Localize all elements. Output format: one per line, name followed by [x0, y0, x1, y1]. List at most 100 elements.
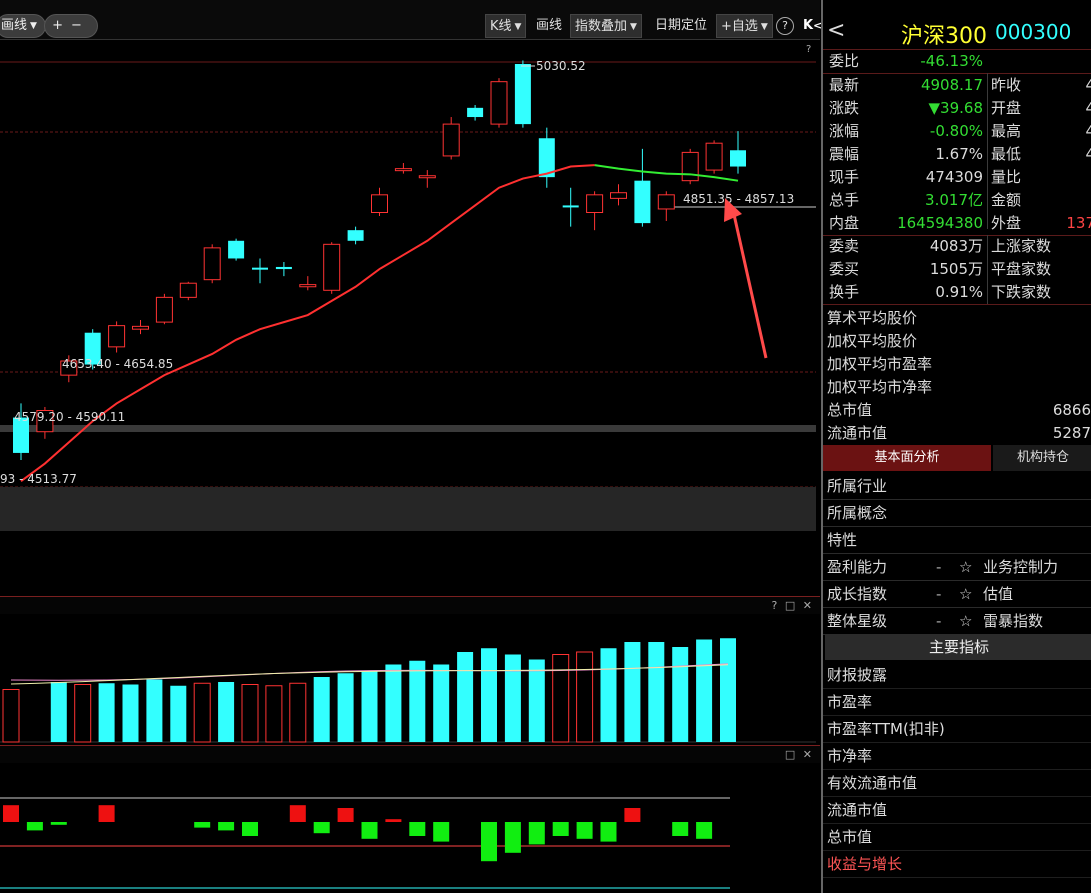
key-label: 市盈率TTM(扣非): [827, 720, 945, 738]
volume-bar: [289, 682, 307, 743]
star-icon: ☆: [959, 612, 973, 630]
candle-body: [730, 150, 746, 167]
industry-label: 所属行业: [827, 477, 888, 495]
volume-bar: [361, 670, 378, 742]
amp-label: 震幅: [829, 145, 860, 163]
key-label: 财报披露: [827, 666, 888, 684]
stat-weighted-pb: 加权平均市净率: [823, 376, 1091, 399]
key-label: 市盈率: [827, 693, 873, 711]
macd-bar: [672, 822, 689, 836]
volume-bar: [385, 664, 402, 742]
volume-bars: [0, 638, 816, 743]
candle-body: [179, 282, 197, 298]
volume-bar: [504, 654, 521, 742]
quote-row-bid: 委买 1505万 平盘家数: [823, 258, 1091, 281]
macd-bars: [0, 797, 730, 889]
candle-body: [347, 230, 364, 241]
outer-value: 137: [1066, 214, 1091, 232]
volume-bar: [576, 651, 594, 743]
tab-institution[interactable]: 机构持仓: [993, 445, 1091, 471]
range-label-right: 4851.35 - 4857.13: [683, 192, 794, 206]
volume-panel-header: ? □ ✕: [0, 596, 820, 614]
macd-bar: [624, 808, 641, 822]
tab-fundamentals[interactable]: 基本面分析: [823, 445, 991, 471]
cur-hand-value: 474309: [925, 168, 983, 186]
valuation-label: 估值: [983, 585, 1014, 603]
total-mv-label: 总市值: [827, 401, 873, 419]
macd-panel-controls[interactable]: □ ✕: [785, 748, 814, 761]
key-row[interactable]: 市盈率TTM(扣非): [823, 716, 1091, 743]
change-label: 涨跌: [829, 99, 860, 117]
macd-bar: [98, 805, 115, 822]
range-label-bottom: 93 - 4513.77: [0, 472, 77, 486]
volume-bar: [528, 659, 545, 742]
key-row[interactable]: 收益与增长: [823, 851, 1091, 878]
key-label: 流通市值: [827, 801, 888, 819]
back-arrow-icon[interactable]: <: [827, 18, 845, 43]
ma-line-rising: [20, 164, 595, 483]
overall-label: 整体星级: [827, 612, 888, 630]
total-mv-value: 6866: [1052, 401, 1091, 419]
candle-body: [610, 192, 627, 199]
quote-row-inner: 内盘 164594380 外盘 137: [823, 212, 1091, 235]
webi-label: 委比: [829, 52, 860, 70]
key-row[interactable]: 有效流通市值: [823, 770, 1091, 797]
vol-ratio-label: 量比: [991, 168, 1022, 186]
volume-bar: [2, 689, 20, 743]
inner-value: 164594380: [897, 214, 983, 232]
low-value: 4: [1085, 143, 1091, 166]
candle-body: [634, 180, 651, 224]
stock-name: 沪深300: [901, 24, 987, 49]
key-row[interactable]: 流通市值: [823, 797, 1091, 824]
low-label: 最低: [991, 145, 1022, 163]
volume-bar: [313, 677, 330, 742]
shaded-band: [0, 425, 816, 432]
candle-body: [514, 64, 531, 125]
macd-bar: [194, 822, 211, 828]
macd-bar: [600, 822, 617, 842]
candle-body: [132, 325, 149, 330]
growth-label: 成长指数: [827, 585, 888, 603]
thunder-index-label: 雷暴指数: [983, 612, 1044, 630]
volume-bar: [720, 638, 736, 742]
high-value: 4: [1085, 120, 1091, 143]
analysis-tabs: 基本面分析 机构持仓: [823, 445, 1091, 471]
key-row[interactable]: 财报披露: [823, 662, 1091, 689]
quote-row-change: 涨跌 ▼39.68 开盘 4: [823, 97, 1091, 120]
webi-value: -46.13%: [920, 52, 983, 70]
turnover-value: 0.91%: [935, 283, 983, 301]
key-label: 有效流通市值: [827, 774, 918, 792]
amount-label: 金额: [991, 191, 1022, 209]
total-hand-value: 3.017亿: [925, 191, 983, 209]
key-label: 总市值: [827, 828, 873, 846]
outer-label: 外盘: [991, 214, 1022, 232]
cur-hand-label: 现手: [829, 168, 860, 186]
quote-row-latest: 最新 4908.17 昨收 4: [823, 74, 1091, 97]
change-value: ▼39.68: [928, 99, 983, 117]
fund-row-concept[interactable]: 所属概念: [823, 500, 1091, 527]
quote-row-turnover: 换手 0.91% 下跌家数: [823, 281, 1091, 304]
candle-body: [275, 266, 292, 270]
star-icon: ☆: [959, 585, 973, 603]
volume-bar: [624, 642, 641, 742]
key-row[interactable]: 总市值: [823, 824, 1091, 851]
chart-help-icon[interactable]: ?: [806, 44, 811, 55]
candle-body: [228, 240, 245, 259]
stat-weighted-pe: 加权平均市盈率: [823, 353, 1091, 376]
volume-bar: [552, 654, 570, 743]
quote-row-ask: 委卖 4083万 上涨家数: [823, 235, 1091, 258]
macd-bar: [433, 822, 450, 842]
open-value: 4: [1085, 97, 1091, 120]
float-mv-value: 5287: [1052, 424, 1091, 442]
overall-dash: -: [936, 612, 942, 630]
divider: [823, 304, 1091, 305]
fund-row-industry[interactable]: 所属行业: [823, 473, 1091, 500]
volume-panel-controls[interactable]: ? □ ✕: [772, 599, 814, 612]
volume-bar: [409, 660, 426, 742]
key-row[interactable]: 市盈率: [823, 689, 1091, 716]
down-count-label: 下跌家数: [991, 283, 1052, 301]
key-row[interactable]: 市净率: [823, 743, 1091, 770]
candle-body: [394, 168, 412, 172]
candle-body: [657, 194, 675, 210]
amp-value: 1.67%: [935, 145, 983, 163]
